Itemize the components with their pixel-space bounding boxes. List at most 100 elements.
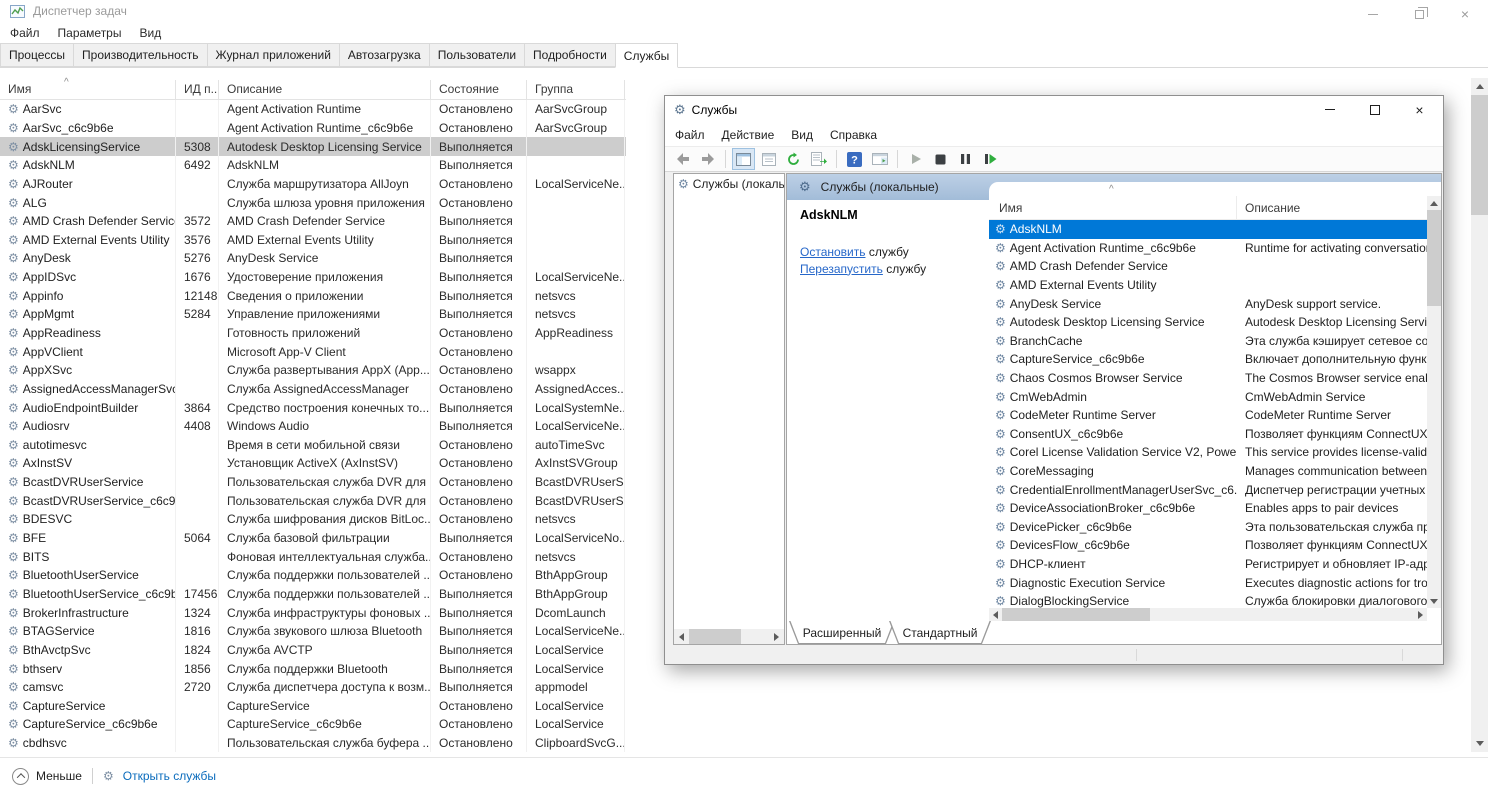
table-row[interactable]: ⚙BcastDVRUserService Пользовательская сл… [0, 473, 626, 492]
start-service-button[interactable] [904, 148, 927, 170]
list-item[interactable]: ⚙CmWebAdmin CmWebAdmin Service [989, 387, 1427, 406]
list-item[interactable]: ⚙DeviceAssociationBroker_c6c9b6e Enables… [989, 499, 1427, 518]
menu-view[interactable]: Вид [139, 26, 161, 40]
scrollbar-thumb[interactable] [1427, 210, 1441, 306]
list-vertical-scrollbar[interactable] [1427, 196, 1441, 608]
table-row[interactable]: ⚙BITS Фоновая интеллектуальная служба...… [0, 547, 626, 566]
menu-help[interactable]: Справка [830, 128, 877, 142]
table-row[interactable]: ⚙BTAGService 1816 Служба звукового шлюза… [0, 622, 626, 641]
list-item[interactable]: ⚙CoreMessaging Manages communication bet… [989, 462, 1427, 481]
table-row[interactable]: ⚙AssignedAccessManagerSvc Служба Assigne… [0, 380, 626, 399]
list-item[interactable]: ⚙AMD Crash Defender Service [989, 257, 1427, 276]
table-row[interactable]: ⚙AMD Crash Defender Service 3572 AMD Cra… [0, 212, 626, 231]
tab-performance[interactable]: Производительность [73, 43, 206, 67]
menu-file[interactable]: Файл [675, 128, 705, 142]
list-item[interactable]: ⚙DialogBlockingService Служба блокировки… [989, 592, 1427, 608]
table-row[interactable]: ⚙AJRouter Служба маршрутизатора AllJoyn … [0, 175, 626, 194]
table-row[interactable]: ⚙BluetoothUserService_c6c9b... 17456 Слу… [0, 585, 626, 604]
scroll-up-icon[interactable] [1471, 78, 1488, 95]
help-button[interactable]: ? [843, 148, 866, 170]
table-row[interactable]: ⚙BDESVC Служба шифрования дисков BitLoc.… [0, 510, 626, 529]
scroll-down-icon[interactable] [1427, 594, 1441, 608]
services-close-button[interactable]: × [1397, 96, 1442, 123]
scroll-right-icon[interactable] [1414, 608, 1427, 621]
table-row[interactable]: ⚙AMD External Events Utility 3576 AMD Ex… [0, 230, 626, 249]
list-item[interactable]: ⚙Chaos Cosmos Browser Service The Cosmos… [989, 369, 1427, 388]
table-row[interactable]: ⚙camsvc 2720 Служба диспетчера доступа к… [0, 678, 626, 697]
properties-button[interactable] [757, 148, 780, 170]
table-row[interactable]: ⚙AarSvc Agent Activation Runtime Останов… [0, 100, 626, 119]
table-row[interactable]: ⚙cbdhsvc Пользовательская служба буфера … [0, 734, 626, 753]
open-services-link[interactable]: Открыть службы [123, 769, 216, 783]
show-console-tree-button[interactable] [732, 148, 755, 170]
table-row[interactable]: ⚙AnyDesk 5276 AnyDesk Service Выполняетс… [0, 249, 626, 268]
list-item[interactable]: ⚙Autodesk Desktop Licensing Service Auto… [989, 313, 1427, 332]
scroll-right-icon[interactable] [769, 629, 784, 644]
list-item[interactable]: ⚙AdskNLM [989, 220, 1427, 239]
services-minimize-button[interactable] [1307, 96, 1352, 123]
column-header-description[interactable]: Описание [219, 80, 431, 99]
tab-standard[interactable]: Стандартный [889, 621, 991, 644]
forward-button[interactable] [696, 148, 719, 170]
table-row[interactable]: ⚙CaptureService CaptureService Остановле… [0, 697, 626, 716]
scrollbar-thumb[interactable] [1471, 95, 1488, 215]
table-row[interactable]: ⚙Appinfo 12148 Сведения о приложении Вып… [0, 286, 626, 305]
stop-service-button[interactable] [929, 148, 952, 170]
pause-service-button[interactable] [954, 148, 977, 170]
list-item[interactable]: ⚙Corel License Validation Service V2, Po… [989, 443, 1427, 462]
table-row[interactable]: ⚙BrokerInfrastructure 1324 Служба инфрас… [0, 603, 626, 622]
stop-service-link[interactable]: Остановить [800, 245, 866, 259]
table-row[interactable]: ⚙CaptureService_c6c9b6e CaptureService_c… [0, 715, 626, 734]
table-row[interactable]: ⚙BthAvctpSvc 1824 Служба AVCTP Выполняет… [0, 641, 626, 660]
table-row[interactable]: ⚙autotimesvc Время в сети мобильной связ… [0, 436, 626, 455]
table-row[interactable]: ⚙AppReadiness Готовность приложений Оста… [0, 324, 626, 343]
tab-app-history[interactable]: Журнал приложений [207, 43, 339, 67]
tree-horizontal-scrollbar[interactable] [674, 629, 784, 644]
table-row[interactable]: ⚙bthserv 1856 Служба поддержки Bluetooth… [0, 659, 626, 678]
tab-users[interactable]: Пользователи [429, 43, 524, 67]
list-item[interactable]: ⚙DevicesFlow_c6c9b6e Позволяет функциям … [989, 536, 1427, 555]
refresh-button[interactable] [782, 148, 805, 170]
table-row[interactable]: ⚙AarSvc_c6c9b6e Agent Activation Runtime… [0, 119, 626, 138]
services-maximize-button[interactable] [1352, 96, 1397, 123]
column-header-description[interactable]: Описание [1237, 196, 1427, 219]
table-row[interactable]: ⚙ALG Служба шлюза уровня приложения Оста… [0, 193, 626, 212]
scroll-up-icon[interactable] [1427, 196, 1441, 210]
tree-item-services-local[interactable]: ⚙ Службы (локальн [674, 174, 784, 193]
table-row[interactable]: ⚙AppIDSvc 1676 Удостоверение приложения … [0, 268, 626, 287]
list-item[interactable]: ⚙BranchCache Эта служба кэширует сетевое… [989, 332, 1427, 351]
table-row[interactable]: ⚙AxInstSV Установщик ActiveX (AxInstSV) … [0, 454, 626, 473]
fewer-details-button[interactable]: Меньше [36, 769, 82, 783]
table-row[interactable]: ⚙AudioEndpointBuilder 3864 Средство пост… [0, 398, 626, 417]
scrollbar-thumb[interactable] [1002, 608, 1150, 621]
table-row[interactable]: ⚙BluetoothUserService Служба поддержки п… [0, 566, 626, 585]
table-row[interactable]: ⚙Audiosrv 4408 Windows Audio Выполняется… [0, 417, 626, 436]
table-row[interactable]: ⚙AppXSvc Служба развертывания AppX (App.… [0, 361, 626, 380]
scroll-left-icon[interactable] [674, 629, 689, 644]
scrollbar-thumb[interactable] [689, 629, 741, 644]
list-item[interactable]: ⚙AnyDesk Service AnyDesk support service… [989, 294, 1427, 313]
list-item[interactable]: ⚙CredentialEnrollmentManagerUserSvc_c6..… [989, 480, 1427, 499]
tab-details[interactable]: Подробности [524, 43, 615, 67]
list-item[interactable]: ⚙ConsentUX_c6c9b6e Позволяет функциям Co… [989, 425, 1427, 444]
restart-service-link[interactable]: Перезапустить [800, 262, 883, 276]
menu-view[interactable]: Вид [791, 128, 813, 142]
menu-action[interactable]: Действие [722, 128, 775, 142]
restart-service-button[interactable] [979, 148, 1002, 170]
table-row[interactable]: ⚙BcastDVRUserService_c6c9b... Пользовате… [0, 491, 626, 510]
column-header-group[interactable]: Группа [527, 80, 625, 99]
column-header-status[interactable]: Состояние [431, 80, 527, 99]
menu-options[interactable]: Параметры [58, 26, 122, 40]
list-item[interactable]: ⚙Agent Activation Runtime_c6c9b6e Runtim… [989, 239, 1427, 258]
taskmanager-vertical-scrollbar[interactable] [1471, 78, 1488, 752]
column-header-name[interactable]: Имя [0, 80, 176, 99]
table-row[interactable]: ⚙BFE 5064 Служба базовой фильтрации Выпо… [0, 529, 626, 548]
list-item[interactable]: ⚙Diagnostic Execution Service Executes d… [989, 573, 1427, 592]
column-header-pid[interactable]: ИД п... [176, 80, 219, 99]
column-header-name[interactable]: Имя [989, 196, 1237, 219]
back-button[interactable] [671, 148, 694, 170]
table-row[interactable]: ⚙AppMgmt 5284 Управление приложениями Вы… [0, 305, 626, 324]
tab-services[interactable]: Службы [615, 43, 678, 68]
export-list-button[interactable] [807, 148, 830, 170]
table-row[interactable]: ⚙AdskNLM 6492 AdskNLM Выполняется [0, 156, 626, 175]
